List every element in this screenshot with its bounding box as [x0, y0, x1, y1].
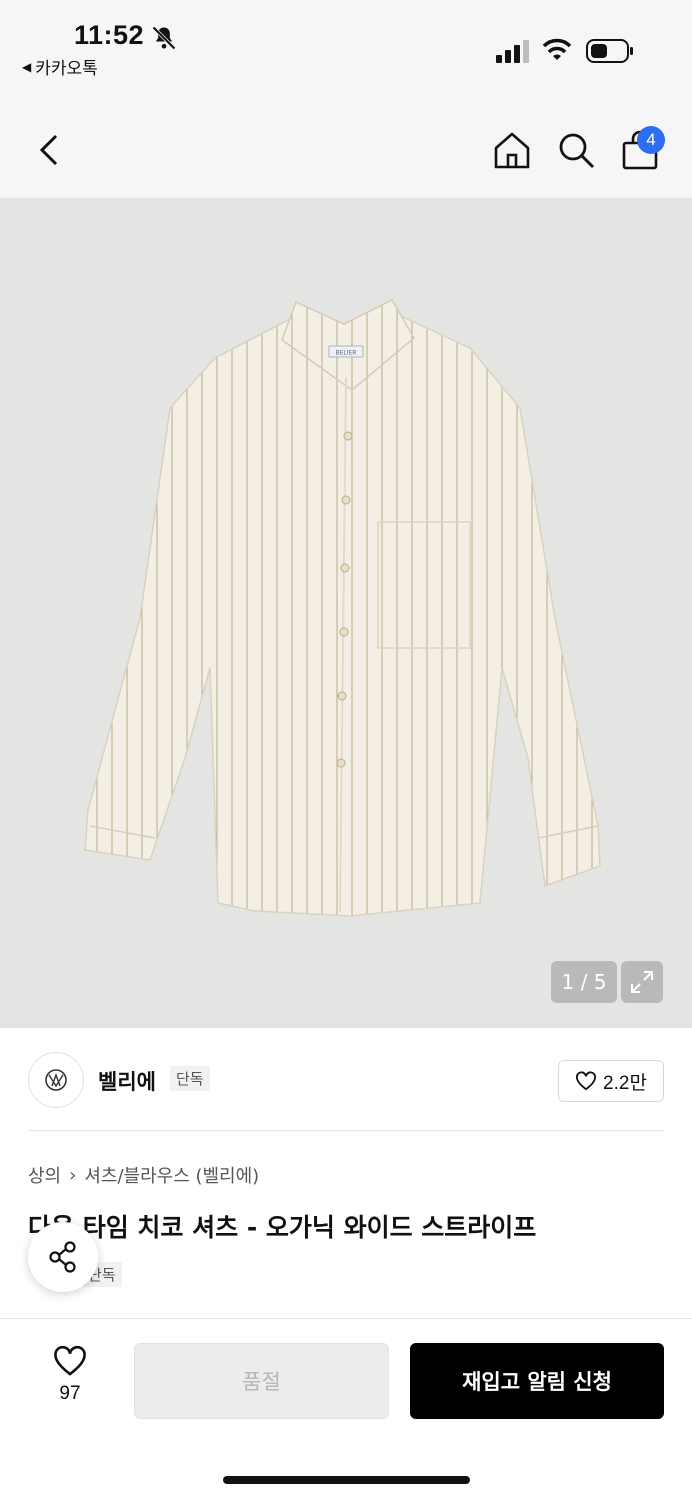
home-icon[interactable]	[492, 130, 532, 170]
brand-row: 벨리에 단독 2.2만	[28, 1052, 664, 1108]
soldout-button: 품절	[134, 1343, 389, 1419]
product-title: 다음 타임 치코 셔츠 - 오가닉 와이드 스트라이프	[28, 1213, 537, 1242]
battery-icon	[586, 39, 633, 63]
breadcrumb: 상의 › 셔츠/블라우스 (벨리에)	[28, 1162, 259, 1188]
status-bar: 11:52 ◀ 카카오톡	[0, 0, 692, 84]
back-to-app-link[interactable]: ◀ 카카오톡	[22, 54, 98, 79]
brand-name[interactable]: 벨리에	[98, 1066, 156, 1096]
purchase-bar: 97 품절 재입고 알림 신청	[0, 1318, 692, 1500]
section-divider	[28, 1130, 664, 1131]
breadcrumb-category[interactable]: 상의	[28, 1162, 61, 1188]
wishlist-count: 97	[59, 1383, 81, 1404]
image-counter: 1 / 5	[551, 961, 617, 1003]
cellular-signal-icon	[496, 40, 529, 63]
cart-count-badge: 4	[637, 126, 665, 154]
chevron-right-icon: ›	[69, 1164, 77, 1186]
product-image-gallery[interactable]: BELIER 1 / 5	[0, 198, 692, 1028]
back-triangle-icon: ◀	[22, 59, 32, 74]
restock-notify-button[interactable]: 재입고 알림 신청	[410, 1343, 664, 1419]
status-time: 11:52	[74, 20, 145, 50]
shirt-label-text: BELIER	[336, 350, 357, 357]
search-icon[interactable]	[556, 130, 596, 170]
top-navigation	[0, 84, 692, 198]
back-arrow-icon[interactable]	[30, 128, 70, 172]
brand-logo[interactable]	[28, 1052, 84, 1108]
wifi-icon	[542, 38, 572, 60]
expand-image-button[interactable]	[621, 961, 663, 1003]
expand-icon	[631, 971, 653, 993]
brand-like-button[interactable]: 2.2만	[558, 1060, 664, 1102]
brand-exclusive-tag: 단독	[170, 1066, 210, 1091]
product-shirt-image: BELIER	[84, 299, 601, 917]
wishlist-button[interactable]: 97	[40, 1345, 100, 1405]
back-app-label: 카카오톡	[35, 59, 98, 79]
brand-like-count: 2.2만	[603, 1072, 647, 1094]
breadcrumb-subcategory[interactable]: 셔츠/블라우스 (벨리에)	[84, 1162, 259, 1188]
share-icon	[49, 1241, 76, 1273]
heart-outline-icon	[576, 1071, 597, 1091]
bell-off-icon	[152, 26, 176, 50]
home-indicator[interactable]	[223, 1476, 470, 1484]
share-button[interactable]	[28, 1222, 98, 1292]
brand-logo-mark-icon	[45, 1069, 67, 1091]
heart-icon	[54, 1345, 86, 1376]
